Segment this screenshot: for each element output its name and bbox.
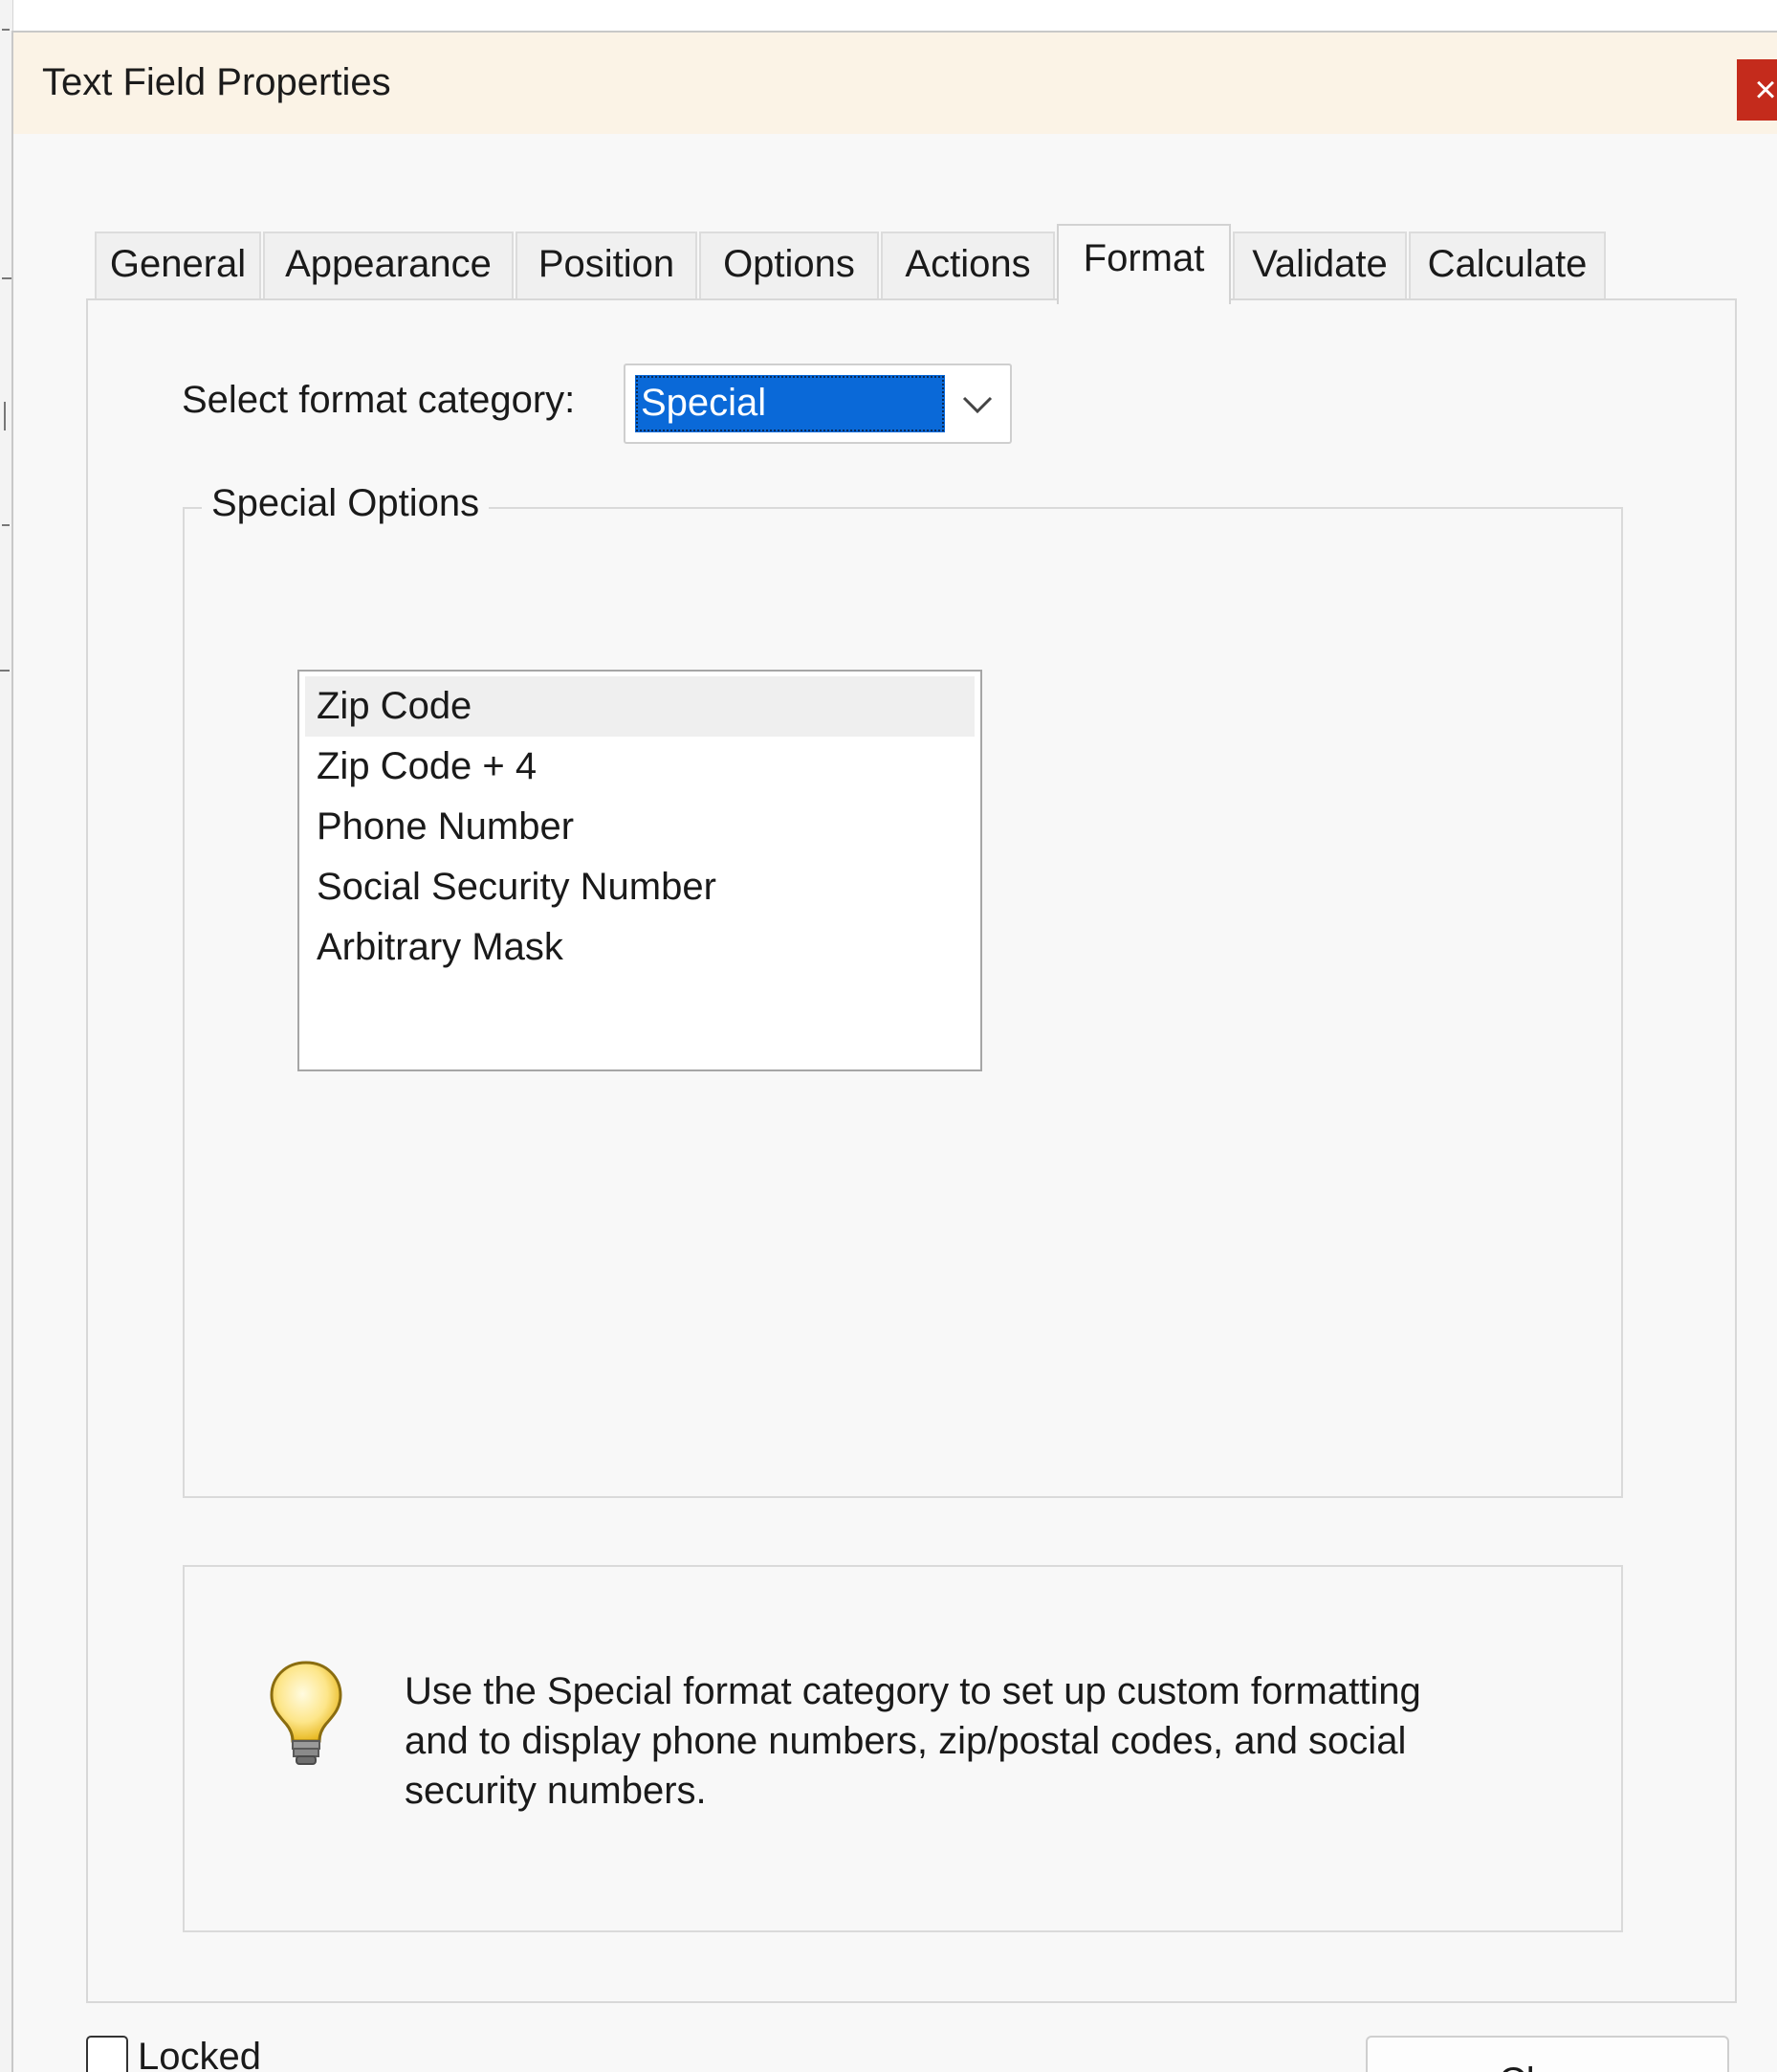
screen: Text Field Properties × General Appearan… — [0, 0, 1777, 2072]
locked-label: Locked — [138, 2036, 261, 2072]
format-category-dropdown[interactable]: Special — [624, 364, 1012, 444]
tab-actions[interactable]: Actions — [881, 231, 1055, 300]
list-item-social-security-number[interactable]: Social Security Number — [305, 857, 975, 917]
tab-strip: General Appearance Position Options Acti… — [95, 203, 1625, 304]
locked-checkbox[interactable] — [86, 2036, 128, 2072]
special-options-group: Special Options Zip Code Zip Code + 4 Ph… — [183, 482, 1623, 1498]
tab-format[interactable]: Format — [1057, 224, 1231, 304]
special-options-list[interactable]: Zip Code Zip Code + 4 Phone Number Socia… — [297, 670, 982, 1071]
title-bar: Text Field Properties × — [13, 33, 1777, 134]
tab-appearance[interactable]: Appearance — [263, 231, 514, 300]
window-close-button[interactable]: × — [1737, 59, 1777, 121]
list-item-zip-code[interactable]: Zip Code — [305, 676, 975, 737]
format-category-value: Special — [635, 375, 945, 432]
special-options-title: Special Options — [202, 482, 490, 525]
format-tab-panel: Select format category: Special Special … — [86, 298, 1737, 2003]
tab-calculate[interactable]: Calculate — [1409, 231, 1606, 300]
list-item-arbitrary-mask[interactable]: Arbitrary Mask — [305, 917, 975, 978]
lightbulb-icon — [270, 1661, 342, 1765]
tab-position[interactable]: Position — [516, 231, 697, 300]
format-info-text: Use the Special format category to set u… — [405, 1670, 1421, 1812]
list-item-phone-number[interactable]: Phone Number — [305, 797, 975, 857]
format-category-label: Select format category: — [182, 379, 576, 421]
tab-validate[interactable]: Validate — [1233, 231, 1407, 300]
text-field-properties-dialog: Text Field Properties × General Appearan… — [11, 31, 1777, 2072]
close-icon: × — [1754, 69, 1777, 111]
chevron-down-icon — [962, 396, 993, 414]
tab-general[interactable]: General — [95, 231, 261, 300]
tab-options[interactable]: Options — [699, 231, 879, 300]
close-button[interactable]: Close — [1366, 2036, 1729, 2072]
list-item-zip-code-plus-4[interactable]: Zip Code + 4 — [305, 737, 975, 797]
window-title: Text Field Properties — [42, 61, 391, 103]
format-info-box: Use the Special format category to set u… — [183, 1565, 1623, 1932]
